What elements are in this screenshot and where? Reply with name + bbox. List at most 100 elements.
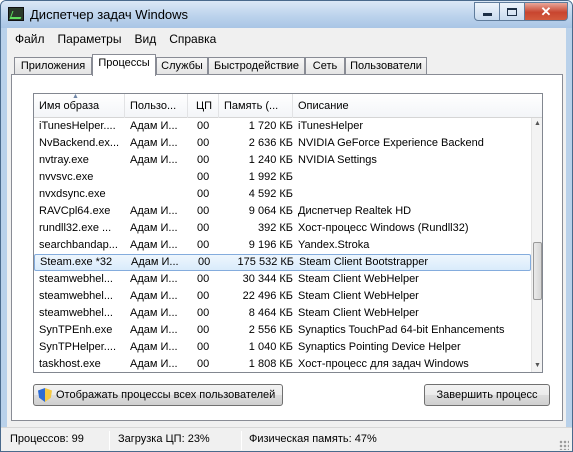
process-description: Yandex.Stroka [298, 239, 370, 251]
process-image-name: SynTPEnh.exe [39, 324, 113, 336]
table-row[interactable]: nvxdsync.exe 00 4 592 КБ [34, 186, 531, 203]
column-cpu[interactable]: ЦП [188, 94, 219, 118]
menu-help[interactable]: Справка [162, 28, 222, 48]
end-process-button[interactable]: Завершить процесс [424, 384, 550, 406]
status-processes: Процессов: 99 [10, 433, 84, 445]
table-row[interactable]: searchbandap... Адам И... 00 9 196 КБ Yandex… [34, 237, 531, 254]
process-description: Хост-процесс Windows (Rundll32) [298, 222, 469, 234]
minimize-button[interactable] [474, 2, 500, 21]
process-user: Адам И... [130, 222, 178, 234]
process-image-name: steamwebhel... [39, 307, 113, 319]
process-image-name: steamwebhel... [39, 290, 113, 302]
status-bar: Процессов: 99 Загрузка ЦП: 23% Физическа… [1, 427, 572, 451]
minimize-icon [482, 13, 492, 16]
menu-options[interactable]: Параметры [51, 28, 128, 48]
process-cpu: 00 [197, 120, 210, 132]
menu-view[interactable]: Вид [127, 28, 162, 48]
process-image-name: nvxdsync.exe [39, 188, 106, 200]
process-user: Адам И... [130, 290, 178, 302]
tab-performance[interactable]: Быстродействие [208, 57, 305, 75]
process-image-name: nvtray.exe [39, 154, 89, 166]
table-row[interactable]: Steam.exe *32 Адам И... 00 175 532 КБ Steam … [34, 254, 531, 271]
task-manager-icon [8, 7, 24, 21]
scroll-down-icon[interactable]: ▼ [532, 360, 542, 372]
table-row[interactable]: iTunesHelper.... Адам И... 00 1 720 КБ iTune… [34, 118, 531, 135]
table-row[interactable]: rundll32.exe ... Адам И... 00 392 КБ Хост-пр… [34, 220, 531, 237]
show-all-processes-label: Отображать процессы всех пользователей [56, 389, 276, 401]
process-description: Хост-процесс для задач Windows [298, 358, 469, 370]
tab-services[interactable]: Службы [156, 57, 208, 75]
process-cpu: 00 [197, 137, 210, 149]
close-button[interactable]: ✕ [524, 2, 568, 21]
process-cpu: 00 [197, 273, 210, 285]
process-cpu: 00 [197, 205, 210, 217]
table-row[interactable]: steamwebhel... Адам И... 00 30 344 КБ Steam … [34, 271, 531, 288]
process-user: Адам И... [130, 154, 178, 166]
process-description: Steam Client WebHelper [298, 290, 419, 302]
column-user[interactable]: Пользо... [125, 94, 188, 118]
process-user: Адам И... [130, 273, 178, 285]
process-memory: 4 592 КБ [248, 188, 293, 200]
process-memory: 1 992 КБ [248, 171, 293, 183]
process-memory: 9 196 КБ [248, 239, 293, 251]
process-memory: 8 464 КБ [248, 307, 293, 319]
scrollbar-thumb[interactable] [533, 242, 542, 300]
window-title: Диспетчер задач Windows [30, 7, 189, 22]
task-manager-window: Диспетчер задач Windows ✕ Файл Параметры… [0, 0, 573, 452]
menu-file[interactable]: Файл [8, 28, 51, 48]
process-memory: 2 636 КБ [248, 137, 293, 149]
table-row[interactable]: NvBackend.ex... Адам И... 00 2 636 КБ NVIDIA… [34, 135, 531, 152]
column-description[interactable]: Описание [293, 94, 542, 118]
size-grip-icon[interactable] [559, 440, 569, 450]
process-image-name: SynTPHelper.... [39, 341, 117, 353]
uac-shield-icon [38, 388, 52, 402]
process-memory: 1 040 КБ [248, 341, 293, 353]
client-area: Файл Параметры Вид Справка Приложения Пр… [7, 28, 566, 427]
table-row[interactable]: RAVCpl64.exe Адам И... 00 9 064 КБ Диспетчер… [34, 203, 531, 220]
vertical-scrollbar[interactable]: ▲ ▼ [531, 118, 542, 372]
table-row[interactable]: SynTPHelper.... Адам И... 00 1 040 КБ Synapt… [34, 339, 531, 356]
table-row[interactable]: nvtray.exe Адам И... 00 1 240 КБ NVIDIA Sett… [34, 152, 531, 169]
maximize-button[interactable] [499, 2, 525, 21]
status-cpu: Загрузка ЦП: 23% [118, 433, 210, 445]
process-image-name: rundll32.exe ... [39, 222, 112, 234]
process-image-name: NvBackend.ex... [39, 137, 120, 149]
process-description: Synaptics Pointing Device Helper [298, 341, 461, 353]
scroll-up-icon[interactable]: ▲ [532, 118, 542, 130]
process-cpu: 00 [197, 341, 210, 353]
process-user: Адам И... [130, 307, 178, 319]
title-bar[interactable]: Диспетчер задач Windows ✕ [1, 1, 572, 28]
table-row[interactable]: nvvsvc.exe 00 1 992 КБ [34, 169, 531, 186]
process-cpu: 00 [197, 324, 210, 336]
tab-users[interactable]: Пользователи [345, 57, 427, 75]
show-all-processes-button[interactable]: Отображать процессы всех пользователей [33, 384, 283, 406]
process-user: Адам И... [130, 205, 178, 217]
process-description: Steam Client WebHelper [298, 307, 419, 319]
processes-panel: ▲ Имя образа Пользо... ЦП Память (... Оп… [11, 74, 563, 421]
process-memory: 9 064 КБ [248, 205, 293, 217]
tab-processes[interactable]: Процессы [92, 54, 156, 76]
process-description: NVIDIA GeForce Experience Backend [298, 137, 484, 149]
process-memory: 30 344 КБ [242, 273, 293, 285]
process-description: iTunesHelper [298, 120, 364, 132]
process-memory: 1 720 КБ [248, 120, 293, 132]
table-row[interactable]: steamwebhel... Адам И... 00 8 464 КБ Steam C… [34, 305, 531, 322]
process-description: Steam Client WebHelper [298, 273, 419, 285]
column-image-name[interactable]: ▲ Имя образа [34, 94, 125, 118]
process-user: Адам И... [130, 341, 178, 353]
table-row[interactable]: taskhost.exe Адам И... 00 1 808 КБ Хост-проц… [34, 356, 531, 372]
column-memory[interactable]: Память (... [219, 94, 293, 118]
table-row[interactable]: SynTPEnh.exe Адам И... 00 2 556 КБ Synaptics… [34, 322, 531, 339]
table-row[interactable]: steamwebhel... Адам И... 00 22 496 КБ Steam … [34, 288, 531, 305]
status-divider [109, 431, 110, 450]
process-memory: 2 556 КБ [248, 324, 293, 336]
process-memory: 392 КБ [257, 222, 293, 234]
process-cpu: 00 [197, 290, 210, 302]
process-cpu: 00 [197, 239, 210, 251]
process-description: NVIDIA Settings [298, 154, 377, 166]
process-image-name: steamwebhel... [39, 273, 113, 285]
tab-network[interactable]: Сеть [305, 57, 345, 75]
tab-applications[interactable]: Приложения [14, 57, 92, 75]
process-memory: 22 496 КБ [242, 290, 293, 302]
process-list[interactable]: ▲ Имя образа Пользо... ЦП Память (... Оп… [33, 93, 543, 373]
